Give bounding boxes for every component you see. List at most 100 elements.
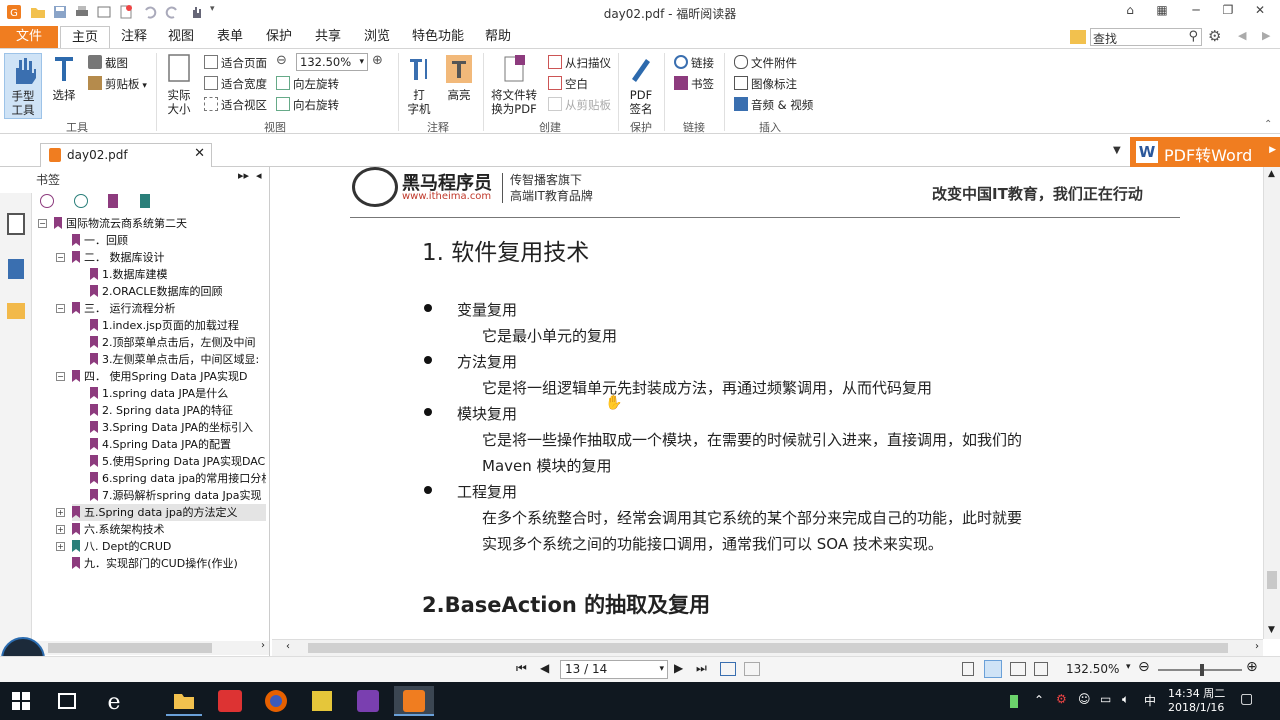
- bookmark-item[interactable]: 六.系统架构技术: [72, 521, 266, 538]
- bookmark-item[interactable]: 7.源码解析spring data Jpa实现: [90, 487, 266, 504]
- search-icon[interactable]: ⚲: [1188, 29, 1198, 44]
- expand-all-icon[interactable]: [40, 194, 54, 208]
- link-button[interactable]: 链接: [674, 53, 714, 73]
- pages-panel-icon[interactable]: [8, 259, 24, 279]
- hscroll-thumb[interactable]: [308, 643, 1228, 653]
- app-yellow-icon[interactable]: [304, 686, 340, 716]
- bookmark-item[interactable]: 一．回顾: [72, 232, 266, 249]
- continuous-facing-icon[interactable]: [1034, 662, 1048, 676]
- scroll-left-icon[interactable]: ‹: [286, 641, 290, 652]
- tree-expand-icon[interactable]: +: [56, 508, 65, 517]
- bookmark-item[interactable]: 四． 使用Spring Data JPA实现D: [72, 368, 266, 385]
- bookmark-item[interactable]: 1.index.jsp页面的加载过程: [90, 317, 266, 334]
- typewriter-button[interactable]: 打 字机: [402, 53, 436, 116]
- close-button[interactable]: ✕: [1250, 3, 1270, 21]
- network-icon[interactable]: ▭: [1100, 692, 1111, 706]
- comments-panel-icon[interactable]: [7, 303, 25, 319]
- from-clipboard-button[interactable]: 从剪贴板: [548, 95, 611, 115]
- bookmark-item[interactable]: 二． 数据库设计: [72, 249, 266, 266]
- firefox-icon[interactable]: [258, 686, 294, 716]
- actual-size-button[interactable]: 实际 大小: [162, 53, 196, 116]
- vertical-scrollbar[interactable]: ▲ ▼: [1263, 167, 1280, 639]
- pdf-sign-button[interactable]: PDF 签名: [624, 53, 658, 116]
- tree-collapse-icon[interactable]: −: [56, 372, 65, 381]
- clock-time[interactable]: 14:34 周二: [1168, 685, 1225, 701]
- prev-page-icon[interactable]: ◀: [540, 661, 549, 675]
- convert-to-pdf-button[interactable]: 将文件转 换为PDF: [488, 53, 540, 116]
- document-view[interactable]: 黑马程序员 www.itheima.com 传智播客旗下 高端IT教育品牌 改变…: [272, 167, 1268, 639]
- highlight-button[interactable]: 高亮: [442, 53, 476, 102]
- facing-page-icon[interactable]: [1010, 662, 1026, 676]
- bookmark-item[interactable]: 6.spring data jpa的常用接口分析: [90, 470, 266, 487]
- task-view-icon[interactable]: [58, 693, 76, 709]
- add-bookmark-icon[interactable]: [108, 194, 118, 208]
- next-view-icon[interactable]: [744, 662, 760, 676]
- tab-home[interactable]: 主页: [60, 26, 110, 48]
- bookmark-item[interactable]: 国际物流云商系统第二天: [54, 215, 266, 232]
- clipboard-dropdown-icon[interactable]: ▾: [140, 81, 147, 91]
- maximize-button[interactable]: ❐: [1218, 3, 1238, 21]
- panel-scroll-right-icon[interactable]: ›: [261, 640, 265, 651]
- bookmark-item[interactable]: 1.spring data JPA是什么: [90, 385, 266, 402]
- skin-icon[interactable]: ⌂: [1120, 3, 1140, 21]
- tray-expand-icon[interactable]: ⌃: [1034, 693, 1044, 707]
- bookmark-item[interactable]: 2.ORACLE数据库的回顾: [90, 283, 266, 300]
- tree-collapse-icon[interactable]: −: [38, 219, 47, 228]
- ribbon-collapse-icon[interactable]: ⌃: [1264, 119, 1272, 130]
- bookmark-item[interactable]: 2. Spring data JPA的特征: [90, 402, 266, 419]
- windows-start-icon[interactable]: [12, 692, 30, 710]
- document-tab[interactable]: day02.pdf ✕: [40, 143, 212, 167]
- rotate-left-button[interactable]: 向左旋转: [276, 74, 339, 94]
- panel-collapse-icon[interactable]: ◂: [256, 169, 262, 182]
- bookmark-item[interactable]: 九．实现部门的CUD操作(作业): [72, 555, 266, 572]
- bookmark-item-selected[interactable]: 五.Spring data jpa的方法定义: [72, 504, 266, 521]
- bookmark-button[interactable]: 书签: [674, 74, 714, 94]
- fit-visible-button[interactable]: 适合视区: [204, 95, 267, 115]
- vscroll-thumb[interactable]: [1267, 571, 1277, 589]
- layout-icon[interactable]: ▦: [1152, 3, 1172, 21]
- bookmark-item[interactable]: 5.使用Spring Data JPA实现DAC: [90, 453, 266, 470]
- bookmark-item[interactable]: 1.数据库建模: [90, 266, 266, 283]
- tab-comment[interactable]: 注释: [116, 26, 152, 48]
- find-bookmark-icon[interactable]: [140, 194, 150, 208]
- panel-hscroll[interactable]: ›: [32, 640, 269, 655]
- next-page-icon[interactable]: ▶: [674, 661, 683, 675]
- app-game-icon[interactable]: [350, 686, 386, 716]
- fit-page-button[interactable]: 适合页面: [204, 53, 267, 73]
- bookmarks-panel-icon[interactable]: [7, 213, 25, 235]
- zoom-slider-thumb[interactable]: [1200, 664, 1204, 676]
- horizontal-scrollbar[interactable]: ‹ ›: [272, 639, 1263, 656]
- rotate-right-button[interactable]: 向右旋转: [276, 95, 339, 115]
- prev-view-icon[interactable]: [720, 662, 736, 676]
- zoom-select[interactable]: 132.50% ▾: [296, 53, 368, 71]
- tray-network-app-icon[interactable]: ☺: [1078, 692, 1091, 706]
- tree-collapse-icon[interactable]: −: [56, 253, 65, 262]
- tree-collapse-icon[interactable]: −: [56, 304, 65, 313]
- from-scanner-button[interactable]: 从扫描仪: [548, 53, 611, 73]
- image-annotation-button[interactable]: 图像标注: [734, 74, 797, 94]
- bookmark-item[interactable]: 三． 运行流程分析: [72, 300, 266, 317]
- status-zoom-in-icon[interactable]: ⊕: [1246, 659, 1258, 675]
- tab-features[interactable]: 特色功能: [406, 26, 470, 48]
- select-tool-button[interactable]: 选择: [48, 53, 80, 102]
- file-attachment-button[interactable]: 文件附件: [734, 53, 797, 73]
- search-input[interactable]: 查找 ⚲: [1090, 28, 1202, 46]
- first-page-icon[interactable]: ⏮: [516, 661, 527, 676]
- nav-back-icon[interactable]: ◀: [1238, 29, 1246, 42]
- panel-options-icon[interactable]: ▸▸: [238, 169, 249, 182]
- clock-date[interactable]: 2018/1/16: [1168, 701, 1224, 714]
- bookmark-item[interactable]: 八. Dept的CRUD: [72, 538, 266, 555]
- scroll-up-icon[interactable]: ▲: [1268, 169, 1275, 179]
- bookmark-item[interactable]: 2.顶部菜单点击后，左侧及中间: [90, 334, 266, 351]
- panel-hscroll-thumb[interactable]: [48, 643, 212, 653]
- tray-app-icon[interactable]: ⚙: [1056, 692, 1067, 706]
- notification-icon[interactable]: ▢: [1240, 691, 1253, 707]
- settings-gear-icon[interactable]: ⚙: [1208, 27, 1221, 45]
- file-explorer-icon[interactable]: [166, 686, 202, 716]
- volume-icon[interactable]: 🔈︎: [1122, 692, 1129, 707]
- page-dropdown-icon[interactable]: ▾: [659, 661, 664, 678]
- tab-list-dropdown-icon[interactable]: ▼: [1113, 145, 1121, 156]
- ime-indicator[interactable]: 中: [1144, 692, 1156, 709]
- tab-close-icon[interactable]: ✕: [194, 146, 205, 161]
- hand-tool-button[interactable]: 手型 工具: [4, 53, 42, 119]
